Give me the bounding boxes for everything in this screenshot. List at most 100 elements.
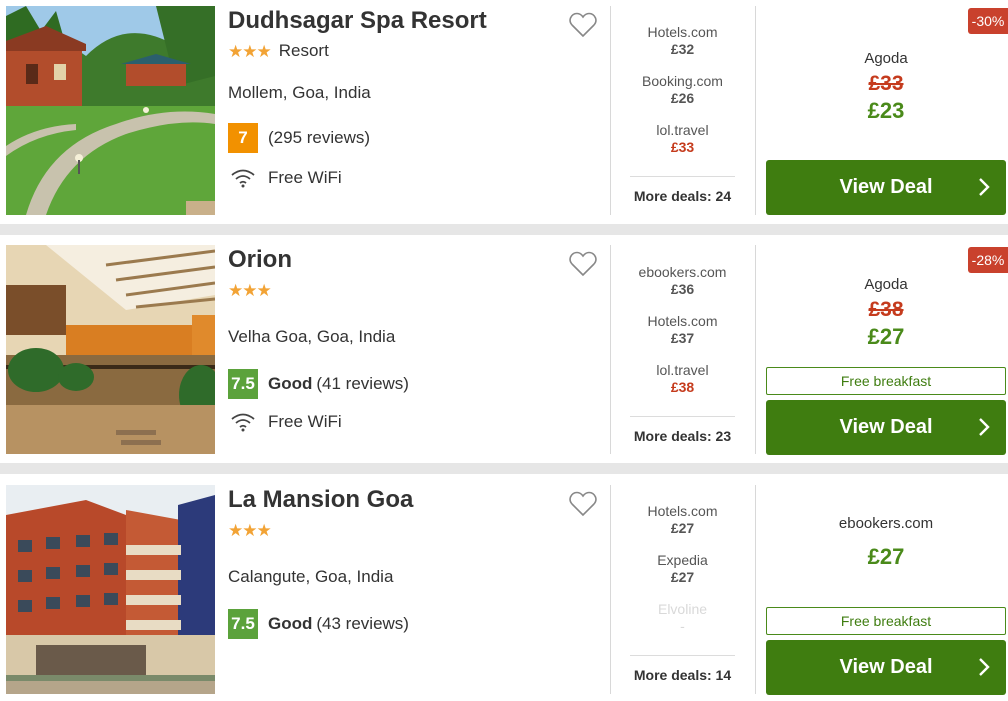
hotel-photo[interactable]: [6, 6, 215, 215]
rating-summary[interactable]: 7.5 Good (41 reviews): [228, 369, 409, 399]
deal-item[interactable]: lol.travel £38: [630, 362, 735, 411]
amenity-label: Free WiFi: [268, 168, 342, 187]
hotel-location[interactable]: Calangute, Goa, India: [228, 567, 393, 587]
hotel-info: Dudhsagar Spa Resort ★★★ Resort: [228, 6, 598, 64]
chevron-right-icon: [979, 658, 990, 676]
free-breakfast-tag: Free breakfast: [766, 607, 1006, 635]
deal-provider: ebookers.com: [638, 264, 727, 280]
deal-price: £36: [670, 281, 695, 297]
favorite-heart-icon[interactable]: [569, 491, 597, 517]
other-deals-list: Hotels.com £27 Expedia £27 Elvoline -: [630, 503, 735, 650]
deal-provider: lol.travel: [656, 362, 709, 378]
best-offer-provider: Agoda: [864, 276, 908, 293]
deal-item: Elvoline -: [630, 601, 735, 650]
chevron-right-icon: [979, 178, 990, 196]
hotel-name[interactable]: Orion: [228, 245, 598, 275]
deal-price: £26: [670, 90, 695, 106]
deal-price-main: £27: [867, 544, 905, 569]
deal-item[interactable]: Hotels.com £32: [630, 24, 735, 73]
divider: [610, 6, 611, 215]
hotel-card: La Mansion Goa ★★★ Calangute, Goa, India…: [0, 474, 1008, 701]
deal-item[interactable]: Booking.com £26: [630, 73, 735, 122]
deal-price: -: [680, 618, 685, 634]
discount-badge: -28%: [968, 247, 1008, 273]
deal-price: £33: [670, 139, 695, 155]
more-deals-link[interactable]: More deals: 23: [630, 416, 735, 446]
divider: [755, 485, 756, 694]
divider: [610, 245, 611, 454]
other-deals-list: ebookers.com £36 Hotels.com £37 lol.trav…: [630, 264, 735, 411]
amenity: Free WiFi: [230, 412, 342, 432]
deal-provider: Hotels.com: [647, 503, 718, 519]
review-count: (41 reviews): [316, 374, 409, 393]
deal-item[interactable]: Hotels.com £37: [630, 313, 735, 362]
star-rating: ★★★: [228, 520, 272, 540]
rating-summary[interactable]: 7.5 Good (43 reviews): [228, 609, 409, 639]
divider: [755, 6, 756, 215]
deal-provider: lol.travel: [656, 122, 709, 138]
hotel-info: Orion ★★★: [228, 245, 598, 303]
rating-label: Good: [268, 374, 313, 393]
deal-provider: Elvoline: [657, 601, 708, 617]
best-offer[interactable]: Agoda £38 £27: [766, 276, 1006, 351]
deal-provider: Expedia: [657, 552, 708, 568]
view-deal-button[interactable]: View Deal: [766, 160, 1006, 215]
deal-item[interactable]: ebookers.com £36: [630, 264, 735, 313]
review-count: (295 reviews): [268, 128, 371, 147]
property-type: Resort: [278, 41, 329, 60]
favorite-heart-icon[interactable]: [569, 12, 597, 38]
deal-provider: Booking.com: [642, 73, 723, 89]
star-rating: ★★★: [228, 41, 272, 61]
view-deal-button[interactable]: View Deal: [766, 640, 1006, 695]
original-price: £38: [868, 298, 904, 321]
divider: [610, 485, 611, 694]
amenity-label: Free WiFi: [268, 412, 342, 431]
more-deals-link[interactable]: More deals: 24: [630, 176, 735, 206]
best-offer-provider: Agoda: [864, 50, 908, 67]
hotel-name[interactable]: La Mansion Goa: [228, 485, 598, 515]
rating-label: Good: [268, 614, 313, 633]
divider: [755, 245, 756, 454]
hotel-class: ★★★: [228, 517, 598, 543]
deal-item[interactable]: Hotels.com £27: [630, 503, 735, 552]
chevron-right-icon: [979, 418, 990, 436]
discount-badge: -30%: [968, 8, 1008, 34]
original-price: £33: [868, 72, 904, 95]
other-deals-list: Hotels.com £32 Booking.com £26 lol.trave…: [630, 24, 735, 171]
hotel-photo[interactable]: [6, 485, 215, 694]
hotel-class: ★★★ Resort: [228, 38, 598, 64]
rating-summary[interactable]: 7 (295 reviews): [228, 123, 370, 153]
wifi-icon: [231, 169, 255, 188]
deal-price-main: £23: [867, 98, 905, 123]
rating-score-badge: 7.5: [228, 609, 258, 639]
hotel-location[interactable]: Mollem, Goa, India: [228, 83, 371, 103]
deal-price: £32: [670, 41, 695, 57]
amenity: Free WiFi: [230, 168, 342, 188]
review-count: (43 reviews): [316, 614, 409, 633]
deal-price: £38: [670, 379, 695, 395]
best-offer-provider: ebookers.com: [838, 515, 934, 532]
star-rating: ★★★: [228, 280, 272, 300]
deal-price: £27: [670, 520, 695, 536]
best-offer[interactable]: ebookers.com £27: [766, 515, 1006, 571]
view-deal-label: View Deal: [839, 416, 933, 438]
hotel-name[interactable]: Dudhsagar Spa Resort: [228, 6, 598, 36]
deal-price: £27: [670, 569, 695, 585]
deal-item[interactable]: Expedia £27: [630, 552, 735, 601]
view-deal-button[interactable]: View Deal: [766, 400, 1006, 455]
hotel-location[interactable]: Velha Goa, Goa, India: [228, 327, 395, 347]
hotel-class: ★★★: [228, 277, 598, 303]
hotel-photo[interactable]: [6, 245, 215, 454]
rating-score-badge: 7: [228, 123, 258, 153]
hotel-info: La Mansion Goa ★★★: [228, 485, 598, 543]
hotel-card: Dudhsagar Spa Resort ★★★ Resort Mollem, …: [0, 0, 1008, 224]
deal-provider: Hotels.com: [647, 24, 718, 40]
wifi-icon: [231, 413, 255, 432]
favorite-heart-icon[interactable]: [569, 251, 597, 277]
rating-score-badge: 7.5: [228, 369, 258, 399]
view-deal-label: View Deal: [839, 656, 933, 678]
hotel-card: Orion ★★★ Velha Goa, Goa, India 7.5 Good…: [0, 235, 1008, 463]
more-deals-link[interactable]: More deals: 14: [630, 655, 735, 685]
deal-item[interactable]: lol.travel £33: [630, 122, 735, 171]
best-offer[interactable]: Agoda £33 £23: [766, 50, 1006, 125]
